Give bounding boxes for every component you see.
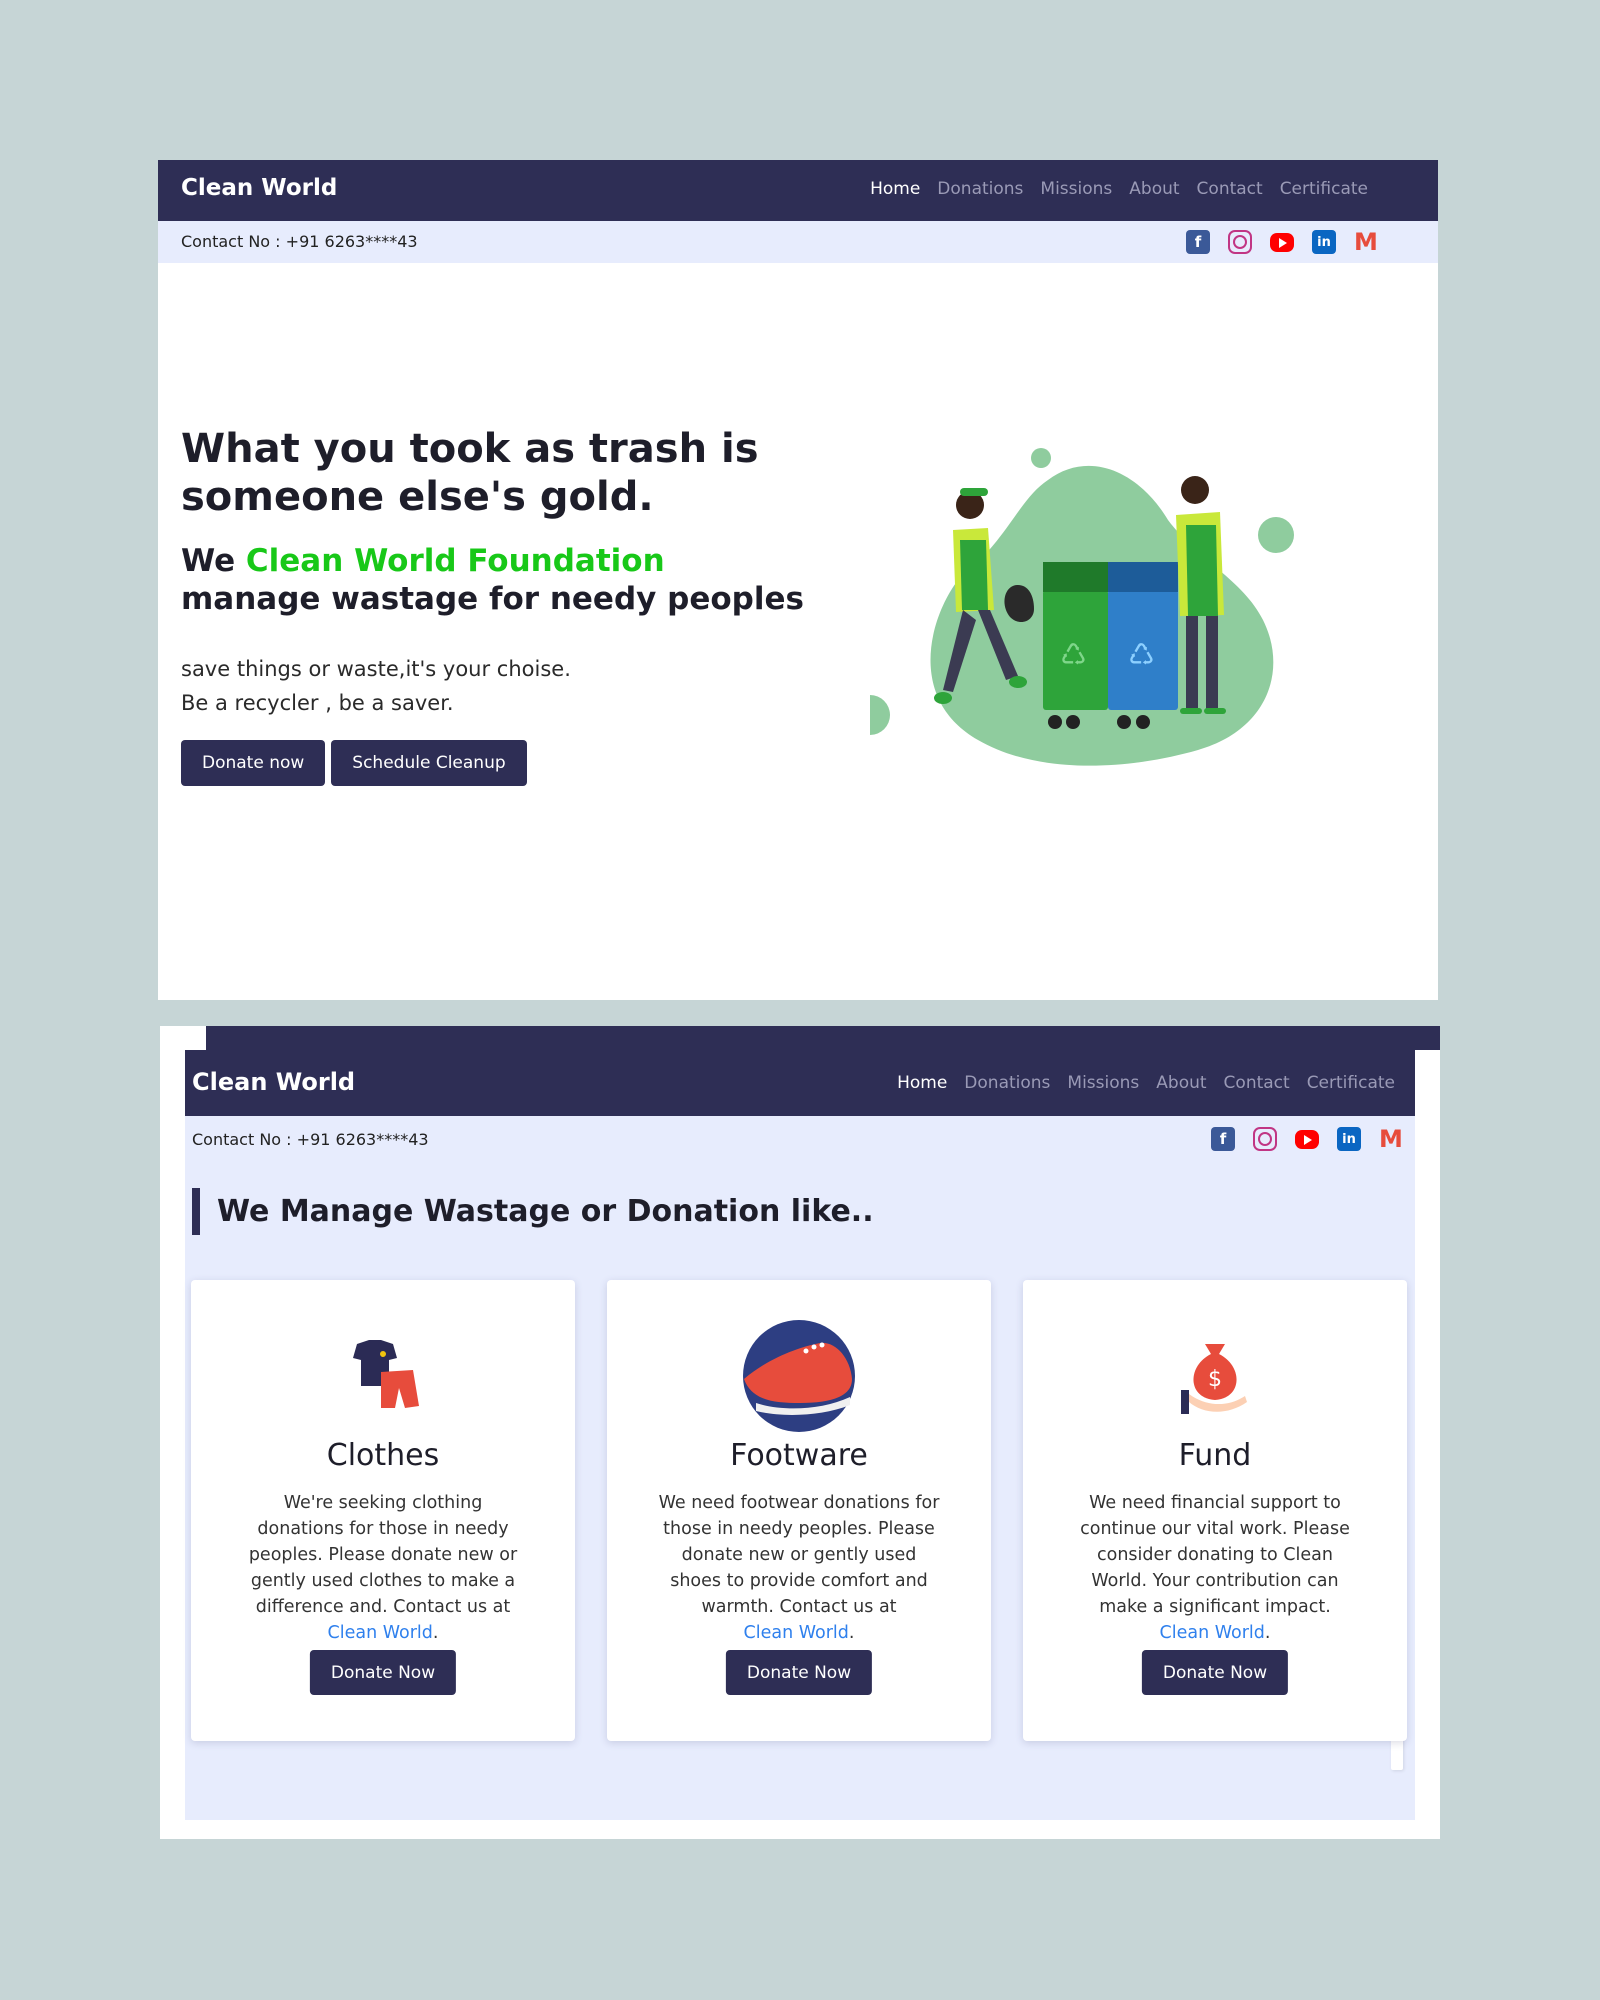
social-links: f in M bbox=[1186, 228, 1378, 256]
nav-about[interactable]: About bbox=[1129, 179, 1179, 199]
navbar: Clean World Home Donations Missions Abou… bbox=[158, 160, 1438, 221]
clean-world-link[interactable]: Clean World bbox=[744, 1623, 849, 1643]
donations-section: Clean World Home Donations Missions Abou… bbox=[185, 1050, 1415, 1820]
footwear-icon bbox=[607, 1318, 991, 1434]
period: . bbox=[848, 1623, 855, 1643]
nav-donations[interactable]: Donations bbox=[937, 179, 1023, 199]
card-description: We need financial support to continue ou… bbox=[1073, 1490, 1357, 1646]
donate-now-button[interactable]: Donate Now bbox=[309, 1650, 457, 1695]
card-title: Clothes bbox=[326, 1438, 440, 1473]
hero-subtitle: We Clean World Foundation manage wastage… bbox=[181, 542, 821, 618]
hero-line-1: save things or waste,it's your choise. bbox=[181, 657, 571, 681]
navbar: Clean World Home Donations Missions Abou… bbox=[185, 1050, 1415, 1116]
subtitle-prefix: We bbox=[181, 543, 246, 579]
card-description: We need footwear donations for those in … bbox=[657, 1490, 941, 1646]
hero-line-2: Be a recycler , be a saver. bbox=[181, 691, 454, 715]
gmail-icon[interactable]: M bbox=[1379, 1125, 1403, 1153]
card-title: Fund bbox=[1178, 1438, 1252, 1473]
linkedin-icon[interactable]: in bbox=[1337, 1127, 1361, 1151]
contact-bar: Contact No : +91 6263****43 f in M bbox=[158, 221, 1438, 263]
nav-donations[interactable]: Donations bbox=[964, 1073, 1050, 1093]
clothes-icon bbox=[191, 1318, 575, 1434]
brand-logo[interactable]: Clean World bbox=[181, 175, 337, 201]
donation-cards: Clothes We're seeking clothing donations… bbox=[191, 1280, 1407, 1741]
clean-world-link[interactable]: Clean World bbox=[1160, 1623, 1265, 1643]
donate-now-button[interactable]: Donate now bbox=[181, 740, 326, 786]
instagram-icon[interactable] bbox=[1253, 1127, 1277, 1151]
money-bag-icon: $ bbox=[1023, 1318, 1407, 1434]
social-links: f in M bbox=[1211, 1125, 1403, 1153]
svg-text:♺: ♺ bbox=[1060, 638, 1087, 673]
nav-contact[interactable]: Contact bbox=[1224, 1073, 1290, 1093]
card-description: We're seeking clothing donations for tho… bbox=[241, 1490, 525, 1646]
youtube-icon[interactable] bbox=[1270, 233, 1294, 252]
nav-missions[interactable]: Missions bbox=[1067, 1073, 1139, 1093]
nav-links: Home Donations Missions About Contact Ce… bbox=[897, 1073, 1395, 1093]
card-footware: Footware We need footwear donations for … bbox=[607, 1280, 991, 1741]
facebook-icon[interactable]: f bbox=[1211, 1127, 1235, 1151]
subtitle-highlight: Clean World Foundation bbox=[245, 543, 665, 579]
gmail-icon[interactable]: M bbox=[1354, 228, 1378, 256]
nav-home[interactable]: Home bbox=[897, 1073, 947, 1093]
svg-text:♺: ♺ bbox=[1128, 638, 1155, 673]
heading-accent-bar bbox=[192, 1188, 200, 1235]
nav-contact[interactable]: Contact bbox=[1197, 179, 1263, 199]
clean-world-link[interactable]: Clean World bbox=[328, 1623, 433, 1643]
card-text: We're seeking clothing donations for tho… bbox=[248, 1493, 518, 1617]
nav-missions[interactable]: Missions bbox=[1040, 179, 1112, 199]
hero-title: What you took as trash is someone else's… bbox=[181, 426, 759, 520]
period: . bbox=[432, 1623, 439, 1643]
linkedin-icon[interactable]: in bbox=[1312, 230, 1336, 254]
donate-now-button[interactable]: Donate Now bbox=[725, 1650, 873, 1695]
youtube-icon[interactable] bbox=[1295, 1130, 1319, 1149]
instagram-icon[interactable] bbox=[1228, 230, 1252, 254]
home-screenshot: Clean World Home Donations Missions Abou… bbox=[158, 160, 1438, 1000]
donate-now-button[interactable]: Donate Now bbox=[1141, 1650, 1289, 1695]
donations-screenshot: Clean World Home Donations Missions Abou… bbox=[160, 1026, 1440, 1839]
top-strip bbox=[206, 1026, 1440, 1050]
recycling-illustration: ♺ ♺ bbox=[870, 448, 1294, 766]
card-clothes: Clothes We're seeking clothing donations… bbox=[191, 1280, 575, 1741]
nav-links: Home Donations Missions About Contact Ce… bbox=[870, 179, 1368, 199]
schedule-cleanup-button[interactable]: Schedule Cleanup bbox=[331, 740, 527, 786]
period: . bbox=[1264, 1623, 1271, 1643]
hero-text: save things or waste,it's your choise. B… bbox=[181, 652, 571, 720]
subtitle-suffix: manage wastage for needy peoples bbox=[181, 581, 804, 617]
nav-certificate[interactable]: Certificate bbox=[1307, 1073, 1395, 1093]
contact-number: Contact No : +91 6263****43 bbox=[181, 232, 418, 251]
nav-about[interactable]: About bbox=[1156, 1073, 1206, 1093]
nav-certificate[interactable]: Certificate bbox=[1280, 179, 1368, 199]
card-text: We need financial support to continue ou… bbox=[1080, 1493, 1350, 1617]
section-heading: We Manage Wastage or Donation like.. bbox=[217, 1194, 874, 1229]
hero-buttons: Donate now Schedule Cleanup bbox=[181, 740, 527, 786]
contact-number: Contact No : +91 6263****43 bbox=[192, 1130, 429, 1149]
facebook-icon[interactable]: f bbox=[1186, 230, 1210, 254]
card-fund: $ Fund We need financial support to cont… bbox=[1023, 1280, 1407, 1741]
brand-logo[interactable]: Clean World bbox=[192, 1068, 355, 1096]
svg-text:$: $ bbox=[1208, 1367, 1222, 1392]
nav-home[interactable]: Home bbox=[870, 179, 920, 199]
card-text: We need footwear donations for those in … bbox=[658, 1493, 940, 1617]
card-title: Footware bbox=[730, 1438, 868, 1473]
